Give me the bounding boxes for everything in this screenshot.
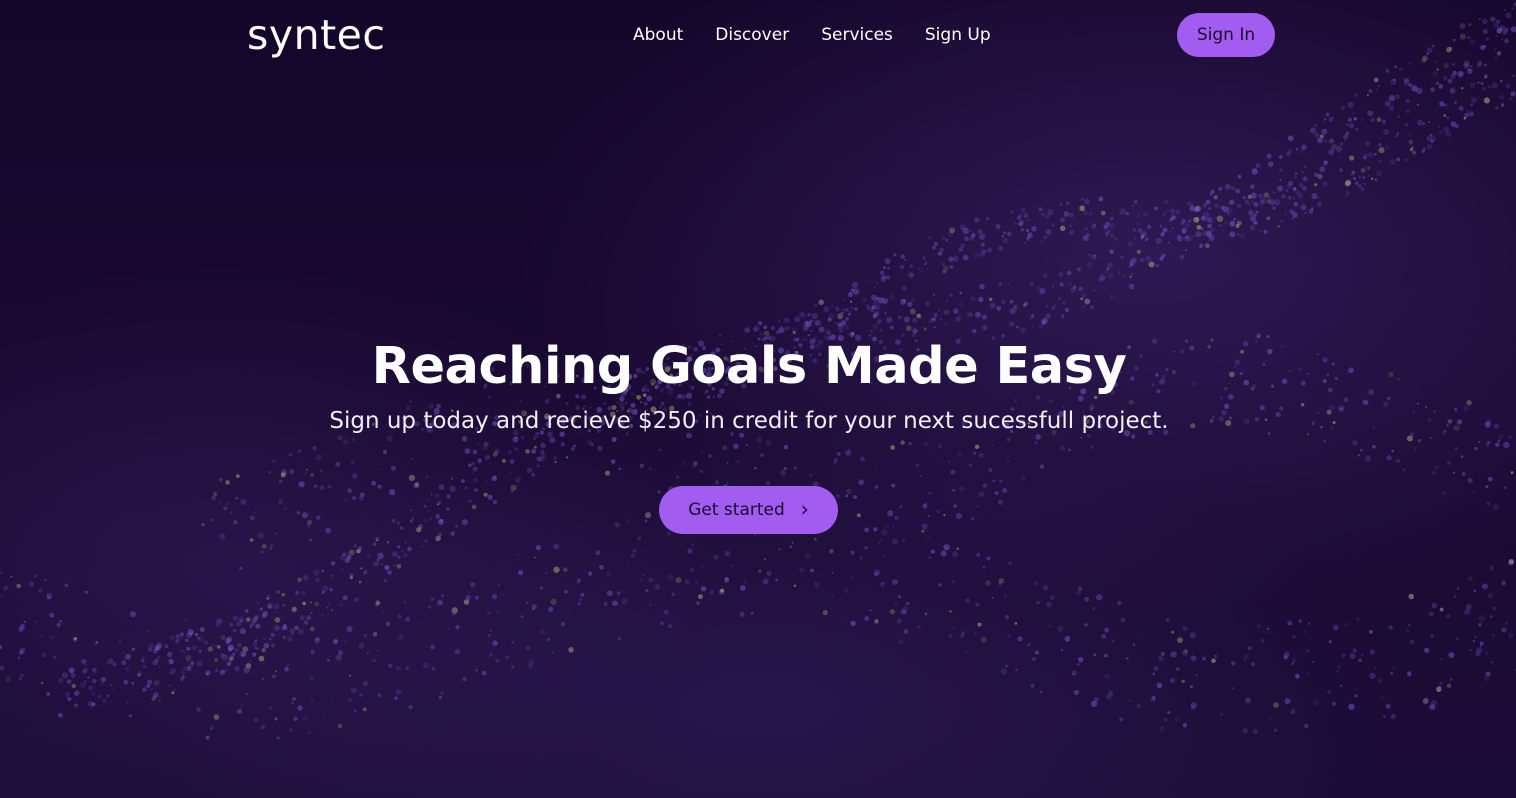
chevron-right-icon: › — [800, 497, 809, 521]
nav-link-sign-up[interactable]: Sign Up — [925, 24, 991, 46]
nav-link-about[interactable]: About — [633, 24, 683, 46]
landing-page: syntec About Discover Services Sign Up S… — [0, 0, 1516, 798]
nav-link-discover[interactable]: Discover — [715, 24, 789, 46]
hero-title: Reaching Goals Made Easy — [371, 337, 1127, 396]
sign-in-button[interactable]: Sign In — [1177, 13, 1275, 57]
navbar: syntec About Discover Services Sign Up S… — [0, 0, 1516, 70]
get-started-label: Get started — [688, 500, 785, 520]
get-started-button[interactable]: Get started › — [659, 486, 838, 534]
nav-links: About Discover Services Sign Up — [633, 24, 991, 46]
hero-subtitle: Sign up today and recieve $250 in credit… — [329, 408, 1169, 434]
nav-link-services[interactable]: Services — [821, 24, 893, 46]
brand-logo[interactable]: syntec — [247, 10, 385, 60]
particle-wave-background — [0, 2, 1516, 740]
